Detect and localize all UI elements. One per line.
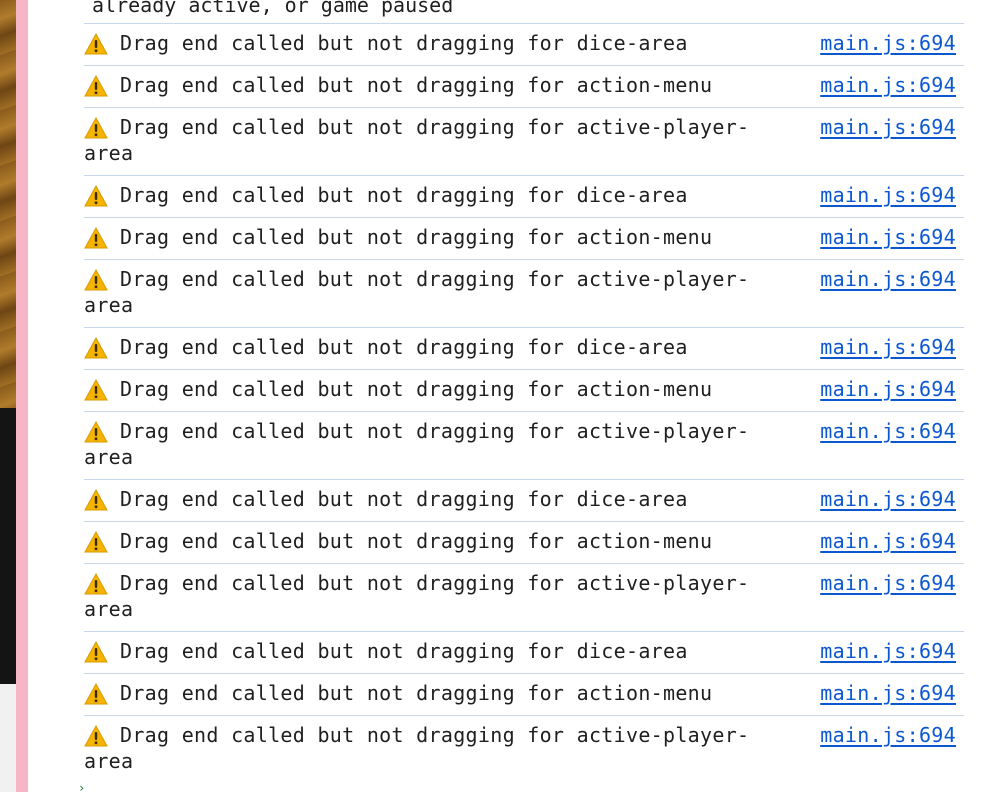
game-board-background (0, 0, 16, 408)
warning-icon (84, 489, 108, 511)
source-link[interactable]: main.js:694 (820, 638, 956, 664)
warning-icon (84, 683, 108, 705)
source-link[interactable]: main.js:694 (820, 418, 956, 444)
warning-icon (84, 185, 108, 207)
warning-icon (84, 421, 108, 443)
game-dark-region (0, 408, 16, 684)
console-prompt-caret-icon[interactable]: › (78, 782, 85, 792)
source-link[interactable]: main.js:694 (820, 376, 956, 402)
console-warning-row: Drag end called but not dragging for act… (84, 217, 964, 259)
console-warning-row: Drag end called but not dragging for act… (84, 259, 964, 327)
game-light-region (0, 684, 16, 792)
console-log-list: Drag end called but not dragging for dic… (84, 23, 964, 783)
panel-resize-divider[interactable] (16, 0, 28, 792)
warning-icon (84, 33, 108, 55)
console-warning-row: Drag end called but not dragging for act… (84, 521, 964, 563)
warning-icon (84, 337, 108, 359)
source-link[interactable]: main.js:694 (820, 224, 956, 250)
source-link[interactable]: main.js:694 (820, 570, 956, 596)
source-link[interactable]: main.js:694 (820, 114, 956, 140)
source-link[interactable]: main.js:694 (820, 680, 956, 706)
console-warning-row: Drag end called but not dragging for act… (84, 673, 964, 715)
warning-icon (84, 725, 108, 747)
console-warning-row: Drag end called but not dragging for act… (84, 369, 964, 411)
console-warning-row: Drag end called but not dragging for dic… (84, 23, 964, 65)
warning-icon (84, 573, 108, 595)
console-warning-row: Drag end called but not dragging for act… (84, 563, 964, 631)
source-link[interactable]: main.js:694 (820, 30, 956, 56)
console-warning-row: Drag end called but not dragging for act… (84, 65, 964, 107)
warning-icon (84, 379, 108, 401)
warning-icon (84, 531, 108, 553)
game-canvas-edge (0, 0, 16, 792)
console-warning-row: Drag end called but not dragging for dic… (84, 175, 964, 217)
warning-icon (84, 641, 108, 663)
source-link[interactable]: main.js:694 (820, 334, 956, 360)
source-link[interactable]: main.js:694 (820, 722, 956, 748)
console-panel: already active, or game paused Drag end … (28, 0, 992, 792)
console-warning-row: Drag end called but not dragging for act… (84, 715, 964, 783)
warning-icon (84, 227, 108, 249)
source-link[interactable]: main.js:694 (820, 528, 956, 554)
warning-icon (84, 269, 108, 291)
console-warning-row: Drag end called but not dragging for dic… (84, 479, 964, 521)
warning-icon (84, 75, 108, 97)
console-warning-row: Drag end called but not dragging for act… (84, 107, 964, 175)
console-warning-row: Drag end called but not dragging for act… (84, 411, 964, 479)
console-warning-row: Drag end called but not dragging for dic… (84, 327, 964, 369)
console-message-partial: already active, or game paused (92, 0, 454, 17)
console-warning-row: Drag end called but not dragging for dic… (84, 631, 964, 673)
source-link[interactable]: main.js:694 (820, 486, 956, 512)
source-link[interactable]: main.js:694 (820, 182, 956, 208)
source-link[interactable]: main.js:694 (820, 72, 956, 98)
source-link[interactable]: main.js:694 (820, 266, 956, 292)
warning-icon (84, 117, 108, 139)
